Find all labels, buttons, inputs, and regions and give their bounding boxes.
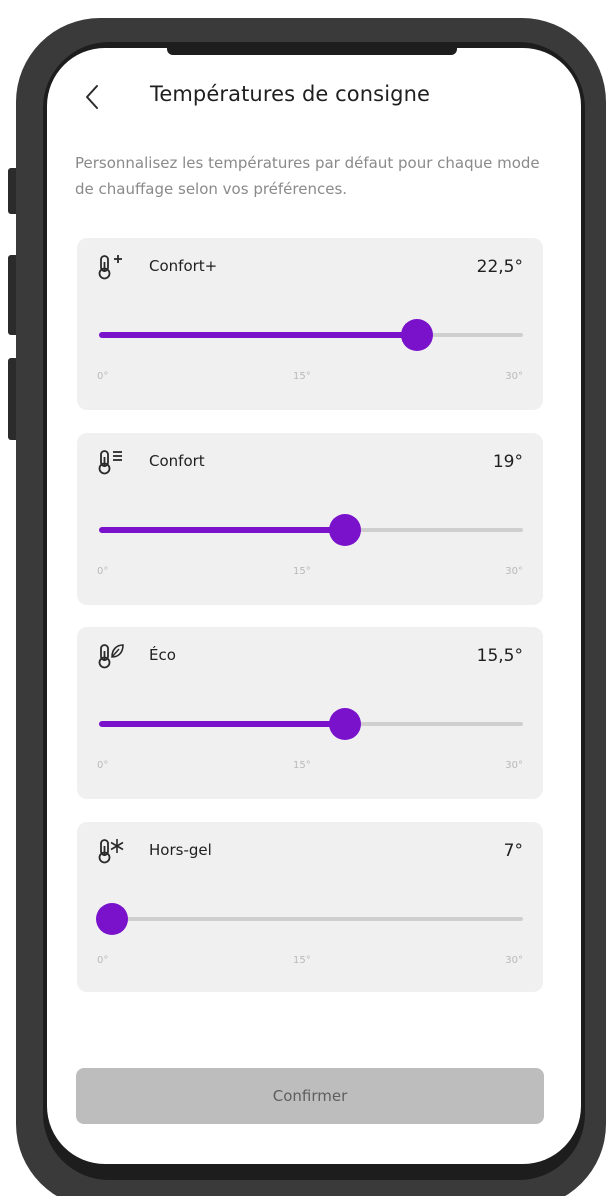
- back-button[interactable]: [77, 80, 107, 114]
- slider-thumb[interactable]: [401, 319, 433, 351]
- page-title: Températures de consigne: [150, 82, 431, 106]
- tick-mid-label: 15°: [293, 760, 311, 771]
- mode-value: 15,5°: [476, 646, 523, 666]
- tick-max-label: 30°: [505, 955, 523, 966]
- thermometer-snowflake-icon: [98, 839, 124, 864]
- slider-thumb[interactable]: [329, 514, 361, 546]
- mode-card-hors-gel: Hors-gel 7° 0° 15° 30°: [77, 822, 543, 992]
- slider-fill: [99, 332, 417, 338]
- slider-thumb[interactable]: [329, 708, 361, 740]
- confirm-button[interactable]: Confirmer: [76, 1068, 544, 1124]
- tick-min-label: 0°: [97, 566, 109, 577]
- tick-mid-label: 15°: [293, 566, 311, 577]
- temperature-slider[interactable]: [99, 319, 523, 351]
- chevron-left-icon: [86, 85, 98, 109]
- mode-value: 22,5°: [476, 257, 523, 277]
- temperature-slider[interactable]: [99, 708, 523, 740]
- mode-card-confort-plus: Confort+ 22,5° 0° 15° 30°: [77, 238, 543, 410]
- mode-value: 7°: [503, 841, 523, 861]
- volume-up-button: [8, 255, 16, 335]
- tick-mid-label: 15°: [293, 955, 311, 966]
- temperature-slider[interactable]: [99, 514, 523, 546]
- mode-value: 19°: [492, 452, 523, 472]
- mode-label: Éco: [149, 646, 176, 664]
- slider-track: [99, 917, 523, 921]
- thermometer-plus-icon: [98, 255, 122, 280]
- screen: Températures de consigne Personnalisez l…: [47, 48, 581, 1164]
- mode-card-confort: Confort 19° 0° 15° 30°: [77, 433, 543, 605]
- header: Températures de consigne: [47, 78, 581, 118]
- tick-min-label: 0°: [97, 760, 109, 771]
- thermometer-leaf-icon: [98, 644, 124, 669]
- mode-label: Confort: [149, 452, 205, 470]
- tick-mid-label: 15°: [293, 371, 311, 382]
- page-description: Personnalisez les températures par défau…: [75, 154, 540, 198]
- temperature-slider[interactable]: [96, 903, 523, 935]
- tick-min-label: 0°: [97, 371, 109, 382]
- tick-min-label: 0°: [97, 955, 109, 966]
- mode-label: Hors-gel: [149, 841, 212, 859]
- tick-max-label: 30°: [505, 760, 523, 771]
- volume-down-button: [8, 358, 16, 440]
- mode-card-eco: Éco 15,5° 0° 15° 30°: [77, 627, 543, 799]
- page: Températures de consigne Personnalisez l…: [0, 0, 606, 1196]
- tick-max-label: 30°: [505, 371, 523, 382]
- slider-thumb[interactable]: [96, 903, 128, 935]
- tick-max-label: 30°: [505, 566, 523, 577]
- silent-switch: [8, 168, 16, 214]
- thermometer-lines-icon: [98, 450, 122, 475]
- slider-fill: [99, 527, 345, 533]
- slider-fill: [99, 721, 345, 727]
- mode-label: Confort+: [149, 257, 218, 275]
- notch: [167, 48, 457, 55]
